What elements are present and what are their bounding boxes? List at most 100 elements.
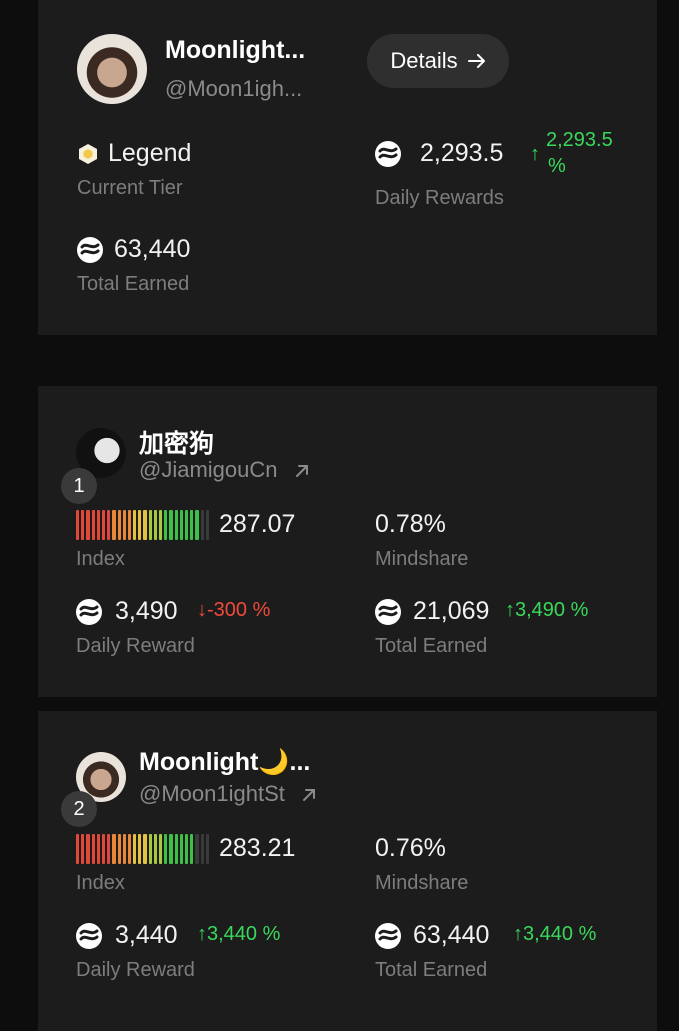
mindshare-value: 0.76% — [375, 834, 446, 862]
index-meter-segment — [184, 834, 189, 864]
index-meter-segment — [195, 834, 199, 864]
index-meter-segment — [138, 834, 142, 864]
index-meter-segment — [190, 834, 194, 864]
details-button[interactable]: Details — [367, 34, 509, 88]
mindshare-value: 0.78% — [375, 510, 446, 538]
index-meter-segment — [164, 834, 168, 864]
index-meter-segment — [122, 834, 126, 864]
total-earned-change: ↑3,440 % — [513, 923, 597, 945]
external-link-icon — [295, 465, 308, 478]
daily-rewards-change-unit: % — [548, 155, 566, 177]
index-meter-segment — [190, 510, 194, 540]
index-meter-segment — [96, 510, 100, 540]
profile-handle: @Moon1igh... — [165, 76, 303, 101]
index-meter-segment — [148, 510, 152, 540]
external-link-icon — [302, 789, 315, 802]
profile-card: Moonlight... @Moon1igh... Details Legend… — [38, 0, 657, 335]
index-meter-segment — [86, 834, 90, 864]
index-meter-segment — [112, 510, 116, 540]
daily-reward-change-text: 3,440 % — [207, 923, 281, 945]
hexagon-badge-icon — [79, 144, 97, 164]
index-meter-segment — [200, 834, 204, 864]
index-meter-segment — [117, 834, 121, 864]
user-handle-text: @Moon1ightSt — [139, 781, 285, 806]
daily-reward-label: Daily Reward — [76, 635, 195, 657]
token-wave-icon — [375, 923, 401, 949]
index-meter-segment — [164, 510, 168, 540]
index-meter-segment — [169, 834, 173, 864]
index-meter-segment — [153, 510, 157, 540]
index-meter-segment — [205, 510, 209, 540]
index-meter-segment — [143, 834, 147, 864]
index-meter-segment — [107, 834, 111, 864]
total-earned-value: 21,069 — [413, 597, 490, 625]
total-earned-label: Total Earned — [77, 273, 190, 295]
tier-value: Legend — [108, 139, 192, 167]
daily-reward-change: ↓-300 % — [197, 599, 271, 621]
token-wave-icon — [76, 599, 102, 625]
user-handle[interactable]: @Moon1ightSt — [139, 781, 317, 807]
mindshare-label: Mindshare — [375, 872, 469, 894]
details-button-label: Details — [390, 48, 458, 73]
total-earned-label: Total Earned — [375, 959, 488, 981]
user-name: 加密狗 — [139, 430, 215, 458]
index-meter-segment — [143, 510, 147, 540]
index-label: Index — [76, 548, 125, 570]
token-wave-icon — [77, 237, 103, 263]
index-meter-segment — [76, 510, 80, 540]
index-meter-segment — [159, 510, 163, 540]
daily-reward-value: 3,490 — [115, 597, 178, 625]
index-value: 283.21 — [219, 834, 296, 862]
user-handle[interactable]: @JiamigouCn — [139, 457, 310, 483]
index-meter-segment — [101, 510, 106, 540]
token-wave-icon — [375, 141, 401, 167]
token-wave-icon — [76, 923, 102, 949]
total-earned-value: 63,440 — [114, 235, 191, 263]
leaderboard-row[interactable]: 1 加密狗 @JiamigouCn 287.07 Index 0.78% Min… — [38, 386, 657, 697]
mindshare-label: Mindshare — [375, 548, 469, 570]
arrow-right-icon — [467, 54, 485, 68]
index-meter-segment — [112, 834, 116, 864]
index-meter-segment — [127, 834, 132, 864]
daily-rewards-change-arrow: ↑ — [530, 143, 540, 165]
user-name: Moonlight🌙... — [139, 748, 311, 776]
total-earned-label: Total Earned — [375, 635, 488, 657]
daily-rewards-label: Daily Rewards — [375, 187, 504, 209]
index-meter-segment — [122, 510, 126, 540]
leaderboard-row[interactable]: 2 Moonlight🌙... @Moon1ightSt 283.21 Inde… — [38, 711, 657, 1031]
index-meter-segment — [179, 510, 183, 540]
token-wave-icon — [375, 599, 401, 625]
total-earned-value: 63,440 — [413, 921, 490, 949]
index-meter-segment — [205, 834, 209, 864]
profile-avatar[interactable] — [77, 34, 147, 104]
daily-reward-value: 3,440 — [115, 921, 178, 949]
index-meter-segment — [91, 510, 95, 540]
index-meter — [76, 834, 209, 864]
daily-reward-label: Daily Reward — [76, 959, 195, 981]
index-meter-segment — [107, 510, 111, 540]
total-earned-change-text: 3,490 % — [515, 599, 589, 621]
index-meter-segment — [81, 510, 85, 540]
tier-label: Current Tier — [77, 177, 183, 199]
total-earned-change-text: 3,440 % — [523, 923, 597, 945]
index-meter-segment — [127, 510, 132, 540]
index-meter-segment — [133, 510, 137, 540]
daily-rewards-change: 2,293.5 — [546, 129, 613, 151]
index-meter-segment — [195, 510, 199, 540]
index-meter-segment — [159, 834, 163, 864]
index-meter-segment — [148, 834, 152, 864]
index-meter-segment — [133, 834, 137, 864]
index-meter-segment — [153, 834, 157, 864]
user-handle-text: @JiamigouCn — [139, 457, 278, 482]
index-meter-segment — [179, 834, 183, 864]
index-label: Index — [76, 872, 125, 894]
index-meter-segment — [86, 510, 90, 540]
index-meter-segment — [200, 510, 204, 540]
index-meter-segment — [174, 510, 178, 540]
index-value: 287.07 — [219, 510, 296, 538]
index-meter-segment — [101, 834, 106, 864]
index-meter-segment — [81, 834, 85, 864]
index-meter-segment — [117, 510, 121, 540]
index-meter — [76, 510, 209, 540]
rank-badge: 2 — [61, 791, 97, 827]
